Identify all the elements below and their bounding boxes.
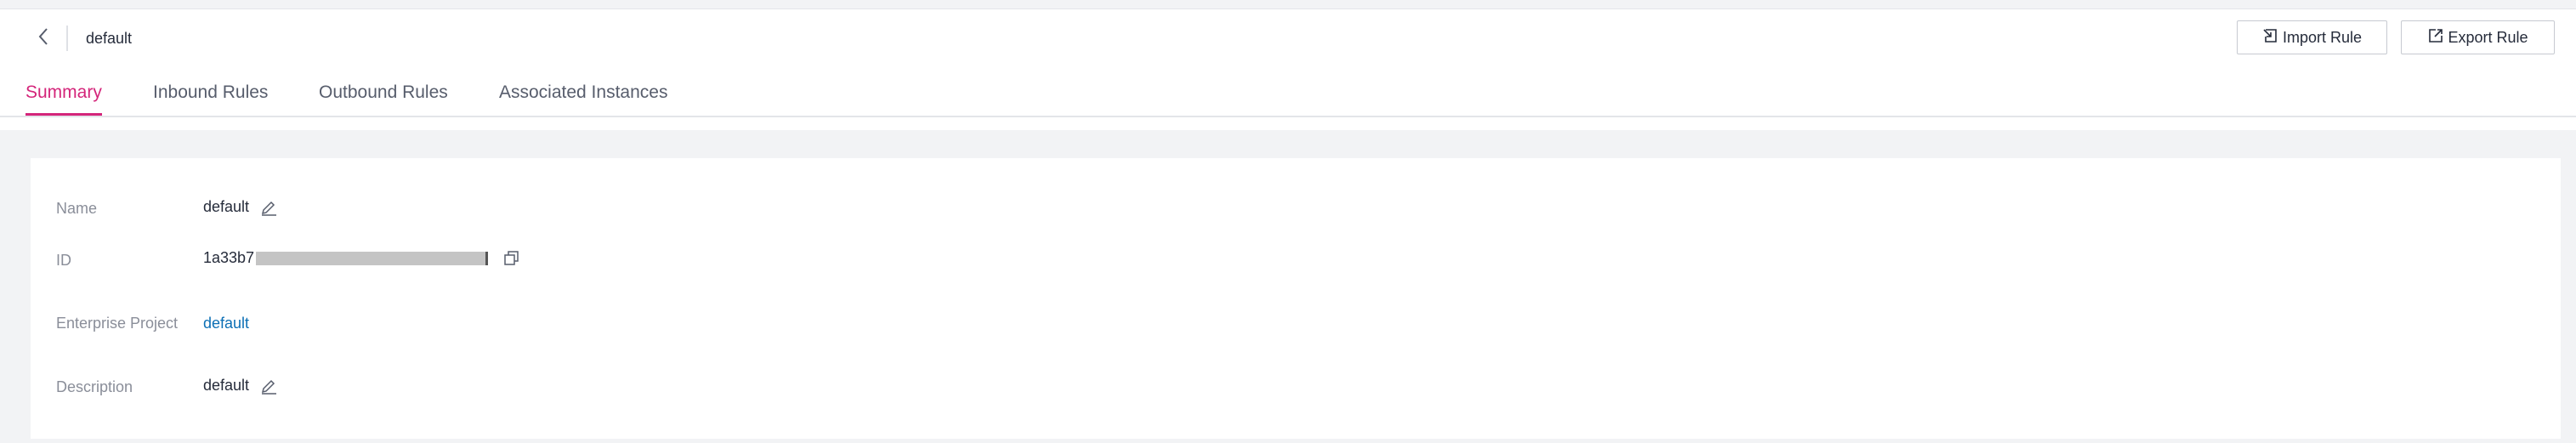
- description-value: default: [203, 376, 250, 394]
- top-strip: [0, 0, 2576, 9]
- tab-outbound-rules[interactable]: Outbound Rules: [319, 80, 448, 105]
- import-rule-label: Import Rule: [2282, 28, 2363, 46]
- header-panel: default Import Rule Export Rule Summary …: [0, 0, 2576, 130]
- enterprise-project-link[interactable]: default: [203, 315, 249, 332]
- page-title: default: [86, 30, 133, 47]
- tab-associated-instances[interactable]: Associated Instances: [499, 80, 667, 105]
- edit-icon[interactable]: [259, 197, 278, 216]
- chevron-left-icon: [37, 27, 49, 50]
- name-value: default: [203, 197, 250, 215]
- active-tab-indicator: [26, 113, 102, 116]
- copy-icon[interactable]: [503, 250, 520, 267]
- enterprise-project-label: Enterprise Project: [56, 315, 179, 332]
- summary-card: Name default ID 1a33b7 Enterprise Projec…: [31, 158, 2561, 439]
- redacted-id-mask: [256, 251, 486, 265]
- export-rule-button[interactable]: Export Rule: [2401, 20, 2555, 54]
- id-label: ID: [56, 252, 71, 269]
- tab-bar: Summary Inbound Rules Outbound Rules Ass…: [0, 73, 2576, 117]
- name-label: Name: [56, 200, 98, 217]
- name-row: default: [203, 197, 278, 216]
- edit-icon[interactable]: [259, 376, 278, 395]
- id-value: 1a33b7: [203, 249, 255, 266]
- tab-summary[interactable]: Summary: [26, 80, 102, 105]
- import-rule-button[interactable]: Import Rule: [2237, 20, 2387, 54]
- title-divider: [66, 26, 68, 51]
- import-icon: [2262, 27, 2283, 48]
- description-row: default: [203, 376, 278, 395]
- back-button[interactable]: [31, 24, 56, 53]
- tab-inbound-rules[interactable]: Inbound Rules: [153, 80, 268, 105]
- export-rule-label: Export Rule: [2448, 28, 2528, 46]
- export-icon: [2427, 27, 2448, 48]
- redacted-id-mask-end: [485, 251, 489, 265]
- description-label: Description: [56, 378, 133, 395]
- id-row: 1a33b7: [203, 249, 520, 267]
